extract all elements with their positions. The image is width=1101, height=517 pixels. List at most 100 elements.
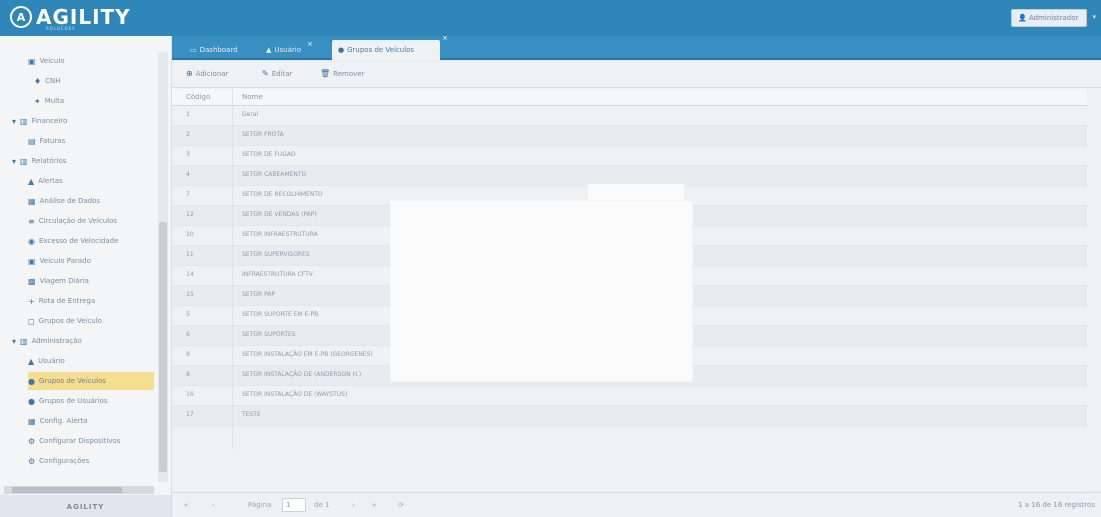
next-page-icon[interactable]: › (352, 501, 355, 509)
sidebar-item-grupos-usuarios[interactable]: ● Grupos de Usuários (28, 392, 108, 410)
top-header: A AGILITY SOLUCOES 👤 Administrador ▾ (0, 0, 1101, 36)
invoice-icon: ▤ (28, 136, 36, 146)
cell-nome: SETOR INFRAESTRUTURA (242, 231, 318, 238)
user-icon: 👤 (1018, 14, 1027, 22)
grid-scrollbar[interactable] (1087, 89, 1101, 489)
column-separator (232, 89, 233, 449)
group-icon: ◻ (28, 316, 35, 326)
sidebar-item-configuracoes[interactable]: ⚙ Configurações (28, 452, 89, 470)
cell-codigo: 14 (186, 271, 194, 278)
sidebar-item-veiculo[interactable]: ▣ Veículo (28, 52, 65, 70)
dot-icon: ● (28, 396, 35, 406)
sidebar-item-viagem[interactable]: ▩ Viagem Diária (28, 272, 89, 290)
remove-button[interactable]: 🗑 Remover (320, 69, 364, 78)
cell-codigo: 16 (186, 391, 194, 398)
sidebar-item-cnh[interactable]: ♦ CNH (34, 72, 61, 90)
sidebar-item-administracao[interactable]: ▾ ▥ Administração (12, 332, 82, 350)
column-header-codigo[interactable]: Código (186, 93, 210, 101)
sidebar-item-parado[interactable]: ▣ Veículo Parado (28, 252, 91, 270)
report-icon: ▦ (28, 196, 36, 206)
cell-codigo: 4 (186, 171, 190, 178)
column-header-nome[interactable]: Nome (242, 93, 263, 101)
cell-nome: SETOR DE RECOLHIMENTO (242, 191, 323, 198)
sidebar-item-relatorios[interactable]: ▾ ▥ Relatórios (12, 152, 66, 170)
logo-subtitle: SOLUCOES (46, 26, 76, 31)
sidebar-item-grupos-veiculos[interactable]: ● Grupos de Veículos (28, 372, 154, 390)
sidebar-item-label: Grupos de Veículo (38, 317, 102, 325)
tab-bar: ▭ Dashboard ▲ Usuário × ● Grupos de Veíc… (172, 34, 1101, 60)
refresh-icon[interactable]: ⟳ (398, 501, 404, 509)
sidebar-item-label: Usuário (38, 357, 65, 365)
chart-icon: ▥ (20, 156, 28, 166)
last-page-icon[interactable]: » (372, 501, 376, 509)
pin-icon: ♦ (34, 76, 42, 86)
table-row[interactable]: 4 SETOR CABEAMENTO (172, 166, 1101, 186)
prev-page-icon[interactable]: ‹ (212, 501, 215, 509)
cell-nome: SETOR INSTALAÇÃO EM E-PB (GEORGENES) (242, 351, 373, 358)
speed-icon: ◉ (28, 236, 35, 246)
toolbar: ⊕ Adicionar ✎ Editar 🗑 Remover (172, 62, 1101, 88)
sidebar-item-label: Circulação de Veículos (38, 217, 118, 225)
sidebar-item-multa[interactable]: ✦ Multa (34, 92, 64, 110)
tab-dashboard[interactable]: ▭ Dashboard (184, 40, 244, 60)
cell-codigo: 7 (186, 191, 190, 198)
sidebar-item-label: Multa (44, 97, 65, 105)
sidebar-item-label: Veículo (39, 57, 65, 65)
cell-codigo: 8 (186, 371, 190, 378)
edit-button[interactable]: ✎ Editar (262, 69, 292, 78)
remove-label: Remover (333, 69, 365, 78)
table-row[interactable]: 17 TESTE (172, 406, 1101, 426)
user-label: Administrador (1028, 14, 1079, 22)
sidebar-item-financeiro[interactable]: ▾ ▥ Financeiro (12, 112, 67, 130)
cell-nome: Geral (242, 111, 259, 118)
scrollbar-thumb[interactable] (12, 487, 122, 493)
sidebar-item-config-alerta[interactable]: ▦ Config. Alerta (28, 412, 87, 430)
table-row[interactable]: 2 SETOR FROTA (172, 126, 1101, 146)
first-page-icon[interactable]: « (184, 501, 188, 509)
sidebar-item-label: Grupos de Usuários (38, 397, 108, 405)
sidebar-scrollbar[interactable] (158, 52, 168, 482)
edit-label: Editar (271, 69, 293, 78)
sidebar-item-label: Financeiro (31, 117, 68, 125)
sidebar-item-label: Configurações (39, 457, 90, 465)
cell-nome: SETOR DE VENDAS (PAP) (242, 211, 317, 218)
pagination-bar: « ‹ Página 1 de 1 › » ⟳ 1 a 16 de 16 reg… (172, 492, 1101, 517)
tab-grupos-veiculos[interactable]: ● Grupos de Veículos × (332, 34, 448, 60)
sidebar-item-faturas[interactable]: ▤ Faturas (28, 132, 65, 150)
close-icon[interactable]: × (307, 40, 313, 60)
table-row[interactable]: 16 SETOR INSTALAÇÃO DE (WAYSTUS) (172, 386, 1101, 406)
cell-codigo: 15 (186, 291, 194, 298)
sidebar-item-label: Administração (31, 337, 82, 345)
gear-icon: ⚙ (28, 436, 36, 446)
chevron-down-icon: ▾ (1092, 13, 1096, 21)
dot-icon: ● (28, 376, 35, 386)
sidebar-item-circulacao[interactable]: ≡ Circulação de Veículos (28, 212, 117, 230)
sidebar-item-usuario[interactable]: ▲ Usuário (28, 352, 65, 370)
page-input[interactable]: 1 (282, 498, 306, 512)
sidebar-item-excesso[interactable]: ◉ Excesso de Velocidade (28, 232, 118, 250)
sidebar-item-alertas[interactable]: ▲ Alertas (28, 172, 63, 190)
sidebar-item-label: Config. Alerta (39, 417, 88, 425)
cell-nome: SETOR CABEAMENTO (242, 171, 307, 178)
chart-icon: ▥ (20, 116, 28, 126)
scrollbar-thumb[interactable] (159, 222, 167, 472)
monitor-icon: ▭ (190, 46, 197, 54)
tab-usuario[interactable]: ▲ Usuário × (260, 40, 319, 60)
user-menu-button[interactable]: 👤 Administrador ▾ (1011, 9, 1096, 27)
cell-codigo: 3 (186, 151, 190, 158)
cell-nome: SETOR SUPORTE EM E-PB (242, 311, 319, 318)
sidebar-item-label: Viagem Diária (39, 277, 89, 285)
add-button[interactable]: ⊕ Adicionar (186, 69, 228, 78)
sidebar-item-label: Grupos de Veículos (38, 377, 106, 385)
close-icon[interactable]: × (442, 34, 448, 42)
sidebar-item-dispositivos[interactable]: ⚙ Configurar Dispositivos (28, 432, 120, 450)
table-row[interactable]: 3 SETOR DE FUGAO (172, 146, 1101, 166)
sidebar-item-analise[interactable]: ▦ Análise de Dados (28, 192, 100, 210)
sidebar-item-rota[interactable]: + Rota de Entrega (28, 292, 95, 310)
cell-nome: SETOR SUPORTES (242, 331, 296, 338)
table-row[interactable]: 1 Geral (172, 106, 1101, 126)
add-icon: ⊕ (186, 69, 193, 78)
sidebar-horizontal-scrollbar[interactable] (4, 486, 154, 494)
sidebar-item-grupos-veiculo[interactable]: ◻ Grupos de Veículo (28, 312, 102, 330)
blank-overlay (390, 200, 693, 382)
